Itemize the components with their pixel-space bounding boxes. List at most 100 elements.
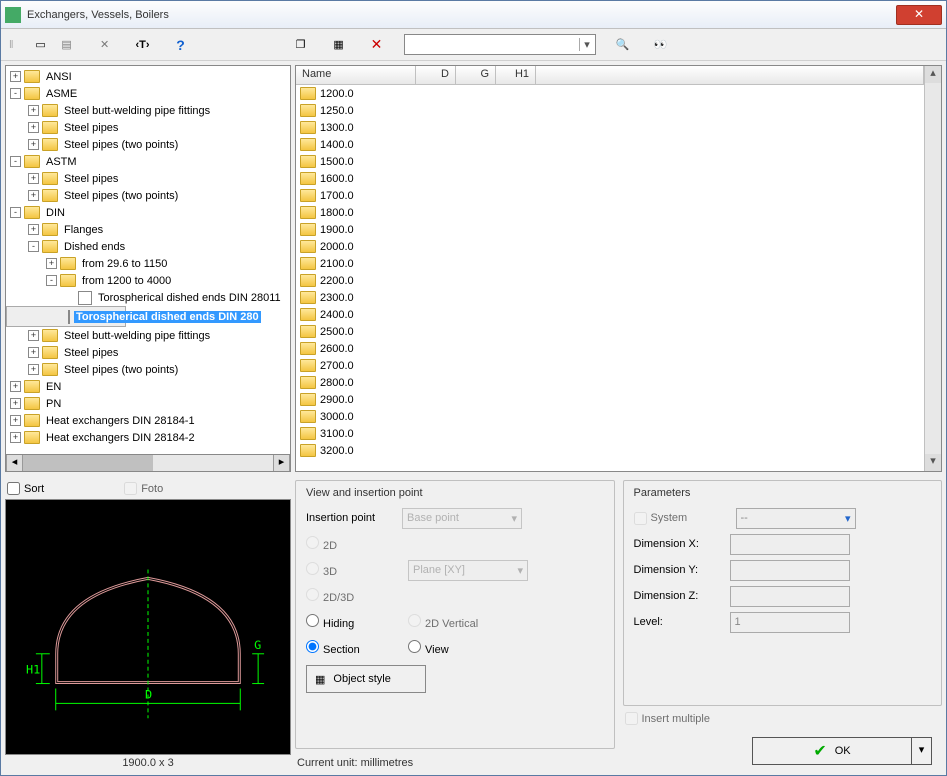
close-button[interactable]: ✕ [896,5,942,25]
tree-node[interactable]: +Steel pipes (two points) [6,187,290,204]
tool-text[interactable]: ‹T› [132,34,154,56]
tree-node[interactable]: -ASTM [6,153,290,170]
tree-node[interactable]: -DIN [6,204,290,221]
search-dropdown[interactable]: ▾ [579,38,595,51]
base-point-select[interactable]: Base point▾ [402,508,522,529]
list-row[interactable]: 1600.0 [296,170,924,187]
list-row[interactable]: 2100.0 [296,255,924,272]
grid-icon[interactable]: ▦ [328,34,350,56]
tree-node[interactable]: +ANSI [6,68,290,85]
list-row[interactable]: 3200.0 [296,442,924,459]
col-h1[interactable]: H1 [496,66,536,84]
tree-node[interactable]: Torospherical dished ends DIN 280 [6,306,126,327]
list-cell-name: 3000.0 [320,411,354,423]
list-row[interactable]: 2500.0 [296,323,924,340]
system-select[interactable]: --▾ [736,508,856,529]
tree-node[interactable]: -Dished ends [6,238,290,255]
level-input[interactable] [730,612,850,633]
list-row[interactable]: 2400.0 [296,306,924,323]
col-name[interactable]: Name [296,66,416,84]
insert-multiple-checkbox[interactable]: Insert multiple [625,712,941,725]
tree-node[interactable]: -from 1200 to 4000 [6,272,290,289]
folder-icon [42,138,58,151]
col-g[interactable]: G [456,66,496,84]
radio-section[interactable]: Section [306,640,402,656]
radio-3d[interactable]: 3D [306,562,402,578]
tree-label: Steel pipes (two points) [62,364,180,376]
list-row[interactable]: 1700.0 [296,187,924,204]
col-d[interactable]: D [416,66,456,84]
tree-label: ANSI [44,71,74,83]
list-row[interactable]: 3000.0 [296,408,924,425]
tree-node[interactable]: +EN [6,378,290,395]
tree-label: from 1200 to 4000 [80,275,173,287]
list-body[interactable]: 1200.01250.01300.01400.01500.01600.0 1700… [296,85,924,471]
list-vscroll[interactable]: ▴▾ [924,66,941,471]
tree-node[interactable]: +Heat exchangers DIN 28184-1 [6,412,290,429]
tree-node[interactable]: +Steel pipes [6,344,290,361]
radio-2d3d[interactable]: 2D/3D [306,588,354,604]
list-row[interactable]: 2200.0 [296,272,924,289]
list-cell-name: 2200.0 [320,275,354,287]
list-row[interactable]: 1800.0 [296,204,924,221]
tree-node[interactable]: +Steel butt-welding pipe fittings [6,327,290,344]
list-cell-name: 1700.0 [320,190,354,202]
tree-node[interactable]: +Steel pipes [6,170,290,187]
tool-1[interactable]: ▭ [30,34,52,56]
folder-icon [60,257,76,270]
list-row[interactable]: 2900.0 [296,391,924,408]
dimy-input[interactable] [730,560,850,581]
tree-node[interactable]: +Steel pipes [6,119,290,136]
leaf-icon [68,310,70,324]
tree-node[interactable]: +Steel pipes (two points) [6,136,290,153]
list-row[interactable]: 1900.0 [296,221,924,238]
object-style-button[interactable]: ▦ Object style [306,665,426,693]
list-row[interactable]: 2700.0 [296,357,924,374]
list-cell-name: 2300.0 [320,292,354,304]
system-checkbox[interactable]: System [634,512,730,525]
search-combo[interactable]: ▾ [404,34,596,55]
tree-node[interactable]: -ASME [6,85,290,102]
foto-checkbox[interactable]: Foto [124,482,163,495]
tree-node[interactable]: Torospherical dished ends DIN 28011 [6,289,290,306]
list-row[interactable]: 3100.0 [296,425,924,442]
search-input[interactable] [405,39,579,51]
list-row[interactable]: 1200.0 [296,85,924,102]
list-row[interactable]: 1300.0 [296,119,924,136]
dimz-input[interactable] [730,586,850,607]
tree-hscroll[interactable]: ◂▸ [5,455,291,472]
copy-icon[interactable]: ❐ [290,34,312,56]
delete-icon[interactable]: ✕ [366,34,388,56]
dimx-input[interactable] [730,534,850,555]
radio-hiding[interactable]: Hiding [306,614,402,630]
tree-view[interactable]: +ANSI-ASME+Steel butt-welding pipe fitti… [5,65,291,455]
list-header: Name D G H1 [296,66,924,85]
ok-button[interactable]: ✔OK [752,737,912,765]
list-row[interactable]: 2800.0 [296,374,924,391]
tool-settings[interactable]: ✕ [94,34,116,56]
folder-icon [300,87,316,100]
tree-node[interactable]: +Steel pipes (two points) [6,361,290,378]
tool-2[interactable]: ▤ [56,34,78,56]
radio-2dvert[interactable]: 2D Vertical [408,614,478,630]
list-row[interactable]: 1500.0 [296,153,924,170]
list-row[interactable]: 2600.0 [296,340,924,357]
radio-view[interactable]: View [408,640,449,656]
plane-select[interactable]: Plane [XY]▾ [408,560,528,581]
ok-dropdown[interactable]: ▾ [912,737,932,765]
folder-icon [300,104,316,117]
list-row[interactable]: 1400.0 [296,136,924,153]
tree-node[interactable]: +PN [6,395,290,412]
help-icon[interactable]: ? [170,34,192,56]
tree-node[interactable]: +Steel butt-welding pipe fittings [6,102,290,119]
sort-checkbox[interactable]: Sort [7,482,44,495]
binoculars-icon[interactable]: 👀 [650,34,672,56]
tree-node[interactable]: +Heat exchangers DIN 28184-2 [6,429,290,446]
tree-node[interactable]: +Flanges [6,221,290,238]
list-row[interactable]: 2000.0 [296,238,924,255]
search-icon[interactable]: 🔍 [612,34,634,56]
tree-node[interactable]: +from 29.6 to 1150 [6,255,290,272]
radio-2d[interactable]: 2D [306,536,337,552]
list-row[interactable]: 2300.0 [296,289,924,306]
list-row[interactable]: 1250.0 [296,102,924,119]
